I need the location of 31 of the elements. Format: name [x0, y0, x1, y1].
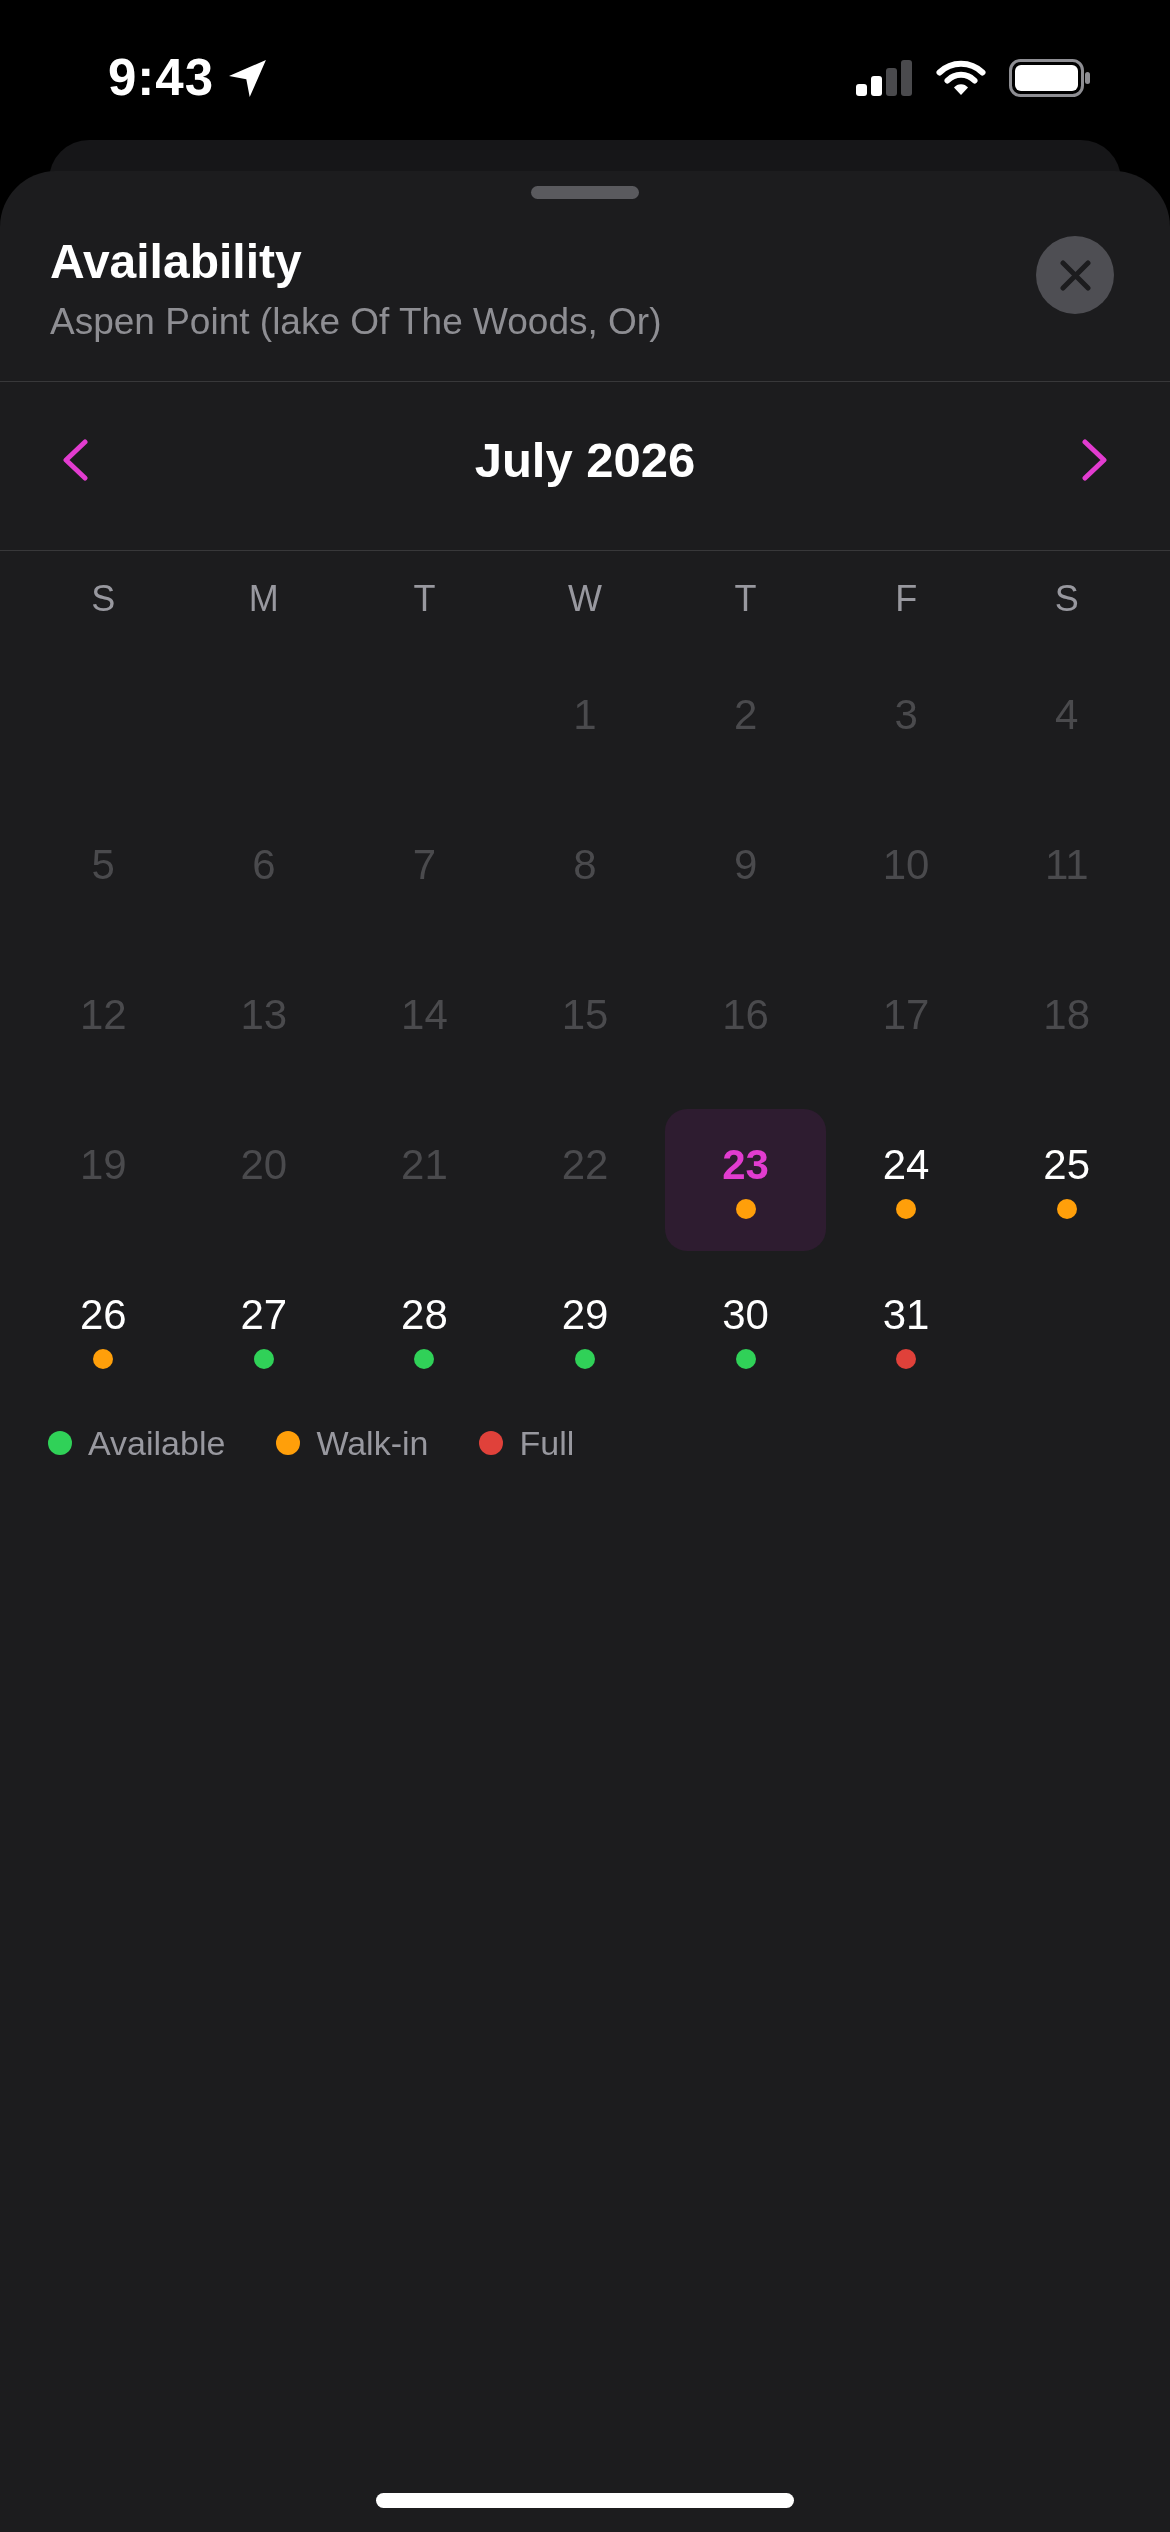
location-arrow-icon — [229, 59, 268, 97]
day-cell[interactable]: 27 — [183, 1259, 345, 1401]
month-title: July 2026 — [474, 432, 696, 489]
sheet-subtitle: Aspen Point (lake Of The Woods, Or) — [50, 300, 662, 344]
signal-icon — [856, 60, 913, 96]
legend-label: Full — [519, 1423, 575, 1464]
close-icon — [1059, 259, 1091, 291]
weekday-label: F — [895, 577, 918, 621]
weekday-label: M — [248, 577, 279, 621]
day-cell[interactable]: 28 — [344, 1259, 505, 1401]
chevron-left-icon[interactable] — [62, 439, 88, 481]
day-cell[interactable]: 25 — [986, 1109, 1147, 1251]
legend-label: Available — [88, 1423, 226, 1464]
weekday-label: T — [734, 577, 757, 621]
day-cell[interactable]: 31 — [825, 1259, 987, 1401]
wifi-icon — [936, 60, 986, 96]
weekday-label: W — [568, 577, 602, 621]
battery-icon — [1009, 59, 1091, 97]
weekday-label: S — [1054, 577, 1079, 621]
status-time: 9:43 — [108, 50, 215, 106]
day-cell[interactable]: 24 — [825, 1109, 987, 1251]
day-cell[interactable]: 26 — [23, 1259, 184, 1401]
day-cell[interactable]: 30 — [665, 1259, 826, 1401]
sheet-grabber[interactable] — [531, 186, 639, 199]
weekday-label: S — [91, 577, 116, 621]
weekday-label: T — [413, 577, 436, 621]
chevron-right-icon[interactable] — [1082, 439, 1108, 481]
day-cell[interactable]: 29 — [504, 1259, 666, 1401]
day-cell[interactable]: 23 — [665, 1109, 826, 1251]
sheet-title: Availability — [50, 234, 302, 290]
legend-label: Walk-in — [316, 1423, 429, 1464]
